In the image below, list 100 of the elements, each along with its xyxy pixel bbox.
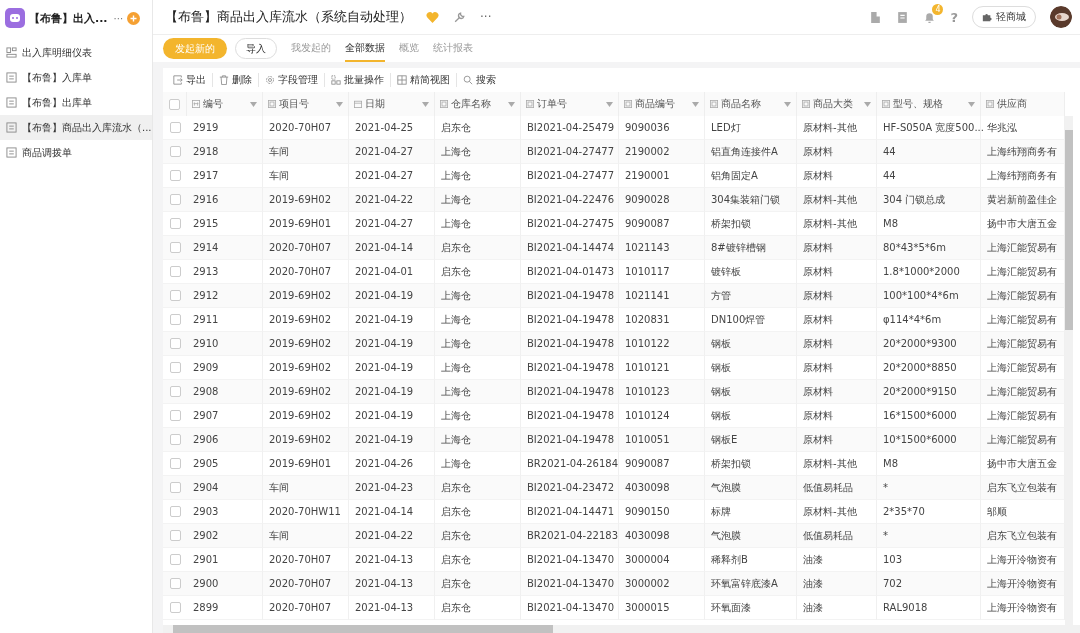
table-cell: 上海仓 — [435, 284, 521, 308]
column-label: 订单号 — [537, 97, 567, 111]
row-checkbox[interactable] — [169, 386, 181, 397]
row-checkbox[interactable] — [169, 434, 181, 445]
vertical-scrollbar[interactable] — [1065, 116, 1073, 625]
caret-icon[interactable] — [336, 101, 343, 107]
column-header[interactable]: 商品名称 — [705, 92, 797, 116]
toolbar-button[interactable]: 字段管理 — [259, 73, 325, 87]
sidebar-item[interactable]: 商品调拨单 — [0, 140, 152, 165]
table-cell: 2021-04-13 — [349, 596, 435, 620]
table-cell: 2908 — [187, 380, 263, 404]
row-checkbox[interactable] — [169, 266, 181, 277]
table-cell: 原材料-其他 — [797, 188, 877, 212]
column-header[interactable]: 订单号 — [521, 92, 619, 116]
table-cell: 304集装箱门锁 — [705, 188, 797, 212]
caret-icon[interactable] — [692, 101, 699, 107]
table-cell: 原材料 — [797, 236, 877, 260]
row-checkbox[interactable] — [169, 362, 181, 373]
table-cell: 上海汇能贸易有 — [981, 380, 1065, 404]
table-cell: 2904 — [187, 476, 263, 500]
column-label: 型号、规格 — [893, 97, 943, 111]
caret-icon[interactable] — [606, 101, 613, 107]
tab[interactable]: 全部数据 — [345, 35, 385, 62]
sidebar-item[interactable]: 出入库明细仪表 — [0, 40, 152, 65]
sidebar-item[interactable]: 【布鲁】出库单 — [0, 90, 152, 115]
column-header[interactable]: 日期 — [349, 92, 435, 116]
row-checkbox[interactable] — [169, 530, 181, 541]
row-checkbox[interactable] — [169, 314, 181, 325]
table-cell: 原材料 — [797, 380, 877, 404]
more-button[interactable]: ··· — [113, 12, 124, 24]
column-header[interactable]: 供应商 — [981, 92, 1065, 116]
building-icon[interactable] — [869, 10, 883, 24]
caret-icon[interactable] — [422, 101, 429, 107]
table-cell: 上海纬翔商务有 — [981, 140, 1065, 164]
store-button[interactable]: 轻商城 — [972, 6, 1036, 28]
column-header[interactable]: 型号、规格 — [877, 92, 981, 116]
wrench-icon[interactable] — [453, 10, 466, 24]
row-checkbox[interactable] — [169, 410, 181, 421]
caret-icon[interactable] — [508, 101, 515, 107]
bell-icon[interactable] — [923, 10, 937, 24]
column-header[interactable]: 商品大类 — [797, 92, 877, 116]
table-cell: 原材料 — [797, 332, 877, 356]
table-cell: BI2021-04-19478 — [521, 428, 619, 452]
toolbar-button[interactable]: 批量操作 — [325, 73, 391, 87]
table-cell: 气泡膜 — [705, 476, 797, 500]
select-all-checkbox[interactable] — [169, 98, 180, 110]
toolbar-button[interactable]: 精简视图 — [391, 73, 457, 87]
table-cell: 黄岩新前盈佳企 — [981, 188, 1065, 212]
book-icon[interactable] — [896, 10, 910, 24]
column-header[interactable]: 仓库名称 — [435, 92, 521, 116]
row-checkbox[interactable] — [169, 602, 181, 613]
import-button[interactable]: 导入 — [235, 38, 277, 59]
row-checkbox[interactable] — [169, 218, 181, 229]
text-field-icon — [710, 100, 718, 108]
table-cell: 2021-04-19 — [349, 284, 435, 308]
row-checkbox[interactable] — [169, 242, 181, 253]
row-checkbox[interactable] — [169, 578, 181, 589]
row-checkbox[interactable] — [169, 338, 181, 349]
toolbar-button[interactable]: 导出 — [167, 73, 213, 87]
table-cell: 启东仓 — [435, 524, 521, 548]
toolbar-button[interactable]: 搜索 — [457, 73, 502, 87]
row-checkbox[interactable] — [169, 554, 181, 565]
column-header[interactable]: 商品编号 — [619, 92, 705, 116]
row-checkbox[interactable] — [169, 122, 181, 133]
grid-icon — [397, 75, 407, 85]
caret-icon[interactable] — [864, 101, 871, 107]
calendar-icon — [354, 100, 362, 108]
caret-icon[interactable] — [968, 101, 975, 107]
avatar[interactable] — [1050, 6, 1072, 28]
table-cell: 上海汇能贸易有 — [981, 236, 1065, 260]
table-cell: 环氧面漆 — [705, 596, 797, 620]
toolbar-button[interactable]: 删除 — [213, 73, 259, 87]
sidebar-item[interactable]: 【布鲁】商品出入库流水（... — [0, 115, 152, 140]
table-cell: 2021-04-27 — [349, 140, 435, 164]
caret-icon[interactable] — [784, 101, 791, 107]
row-checkbox[interactable] — [169, 170, 181, 181]
row-checkbox[interactable] — [169, 290, 181, 301]
more-button[interactable]: ··· — [480, 10, 492, 24]
text-field-icon — [526, 100, 534, 108]
row-checkbox[interactable] — [169, 458, 181, 469]
row-checkbox[interactable] — [169, 482, 181, 493]
heart-icon[interactable] — [426, 10, 439, 24]
column-header[interactable]: 编号 — [187, 92, 263, 116]
table-cell: 702 — [877, 572, 981, 596]
table-cell: 油漆 — [797, 596, 877, 620]
horizontal-scrollbar[interactable] — [163, 625, 1080, 633]
add-icon[interactable] — [127, 11, 141, 25]
row-checkbox[interactable] — [169, 506, 181, 517]
table-cell: BI2021-04-13470 — [521, 596, 619, 620]
column-header[interactable]: 项目号 — [263, 92, 349, 116]
row-checkbox[interactable] — [169, 194, 181, 205]
table-cell: 上海汇能贸易有 — [981, 428, 1065, 452]
table-cell: 上海开泠物资有 — [981, 572, 1065, 596]
table-cell: 钢板E — [705, 428, 797, 452]
row-checkbox[interactable] — [169, 146, 181, 157]
caret-icon[interactable] — [250, 101, 257, 107]
sidebar-item[interactable]: 【布鲁】入库单 — [0, 65, 152, 90]
table-cell: 上海仓 — [435, 188, 521, 212]
trash-icon — [219, 75, 229, 85]
table-cell: BI2021-04-23472 — [521, 476, 619, 500]
